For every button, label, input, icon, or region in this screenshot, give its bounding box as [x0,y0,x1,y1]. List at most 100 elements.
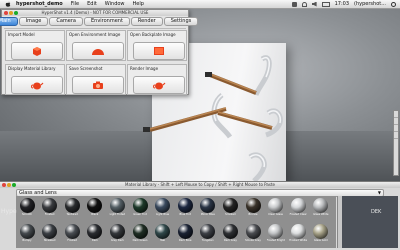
material-label: Frosted White [289,239,308,242]
apple-icon[interactable] [4,1,12,7]
user-menu[interactable]: (hypershot... [354,1,386,7]
material-swatch[interactable]: Dark Blue [176,223,194,245]
material-label: Glass White [313,213,329,216]
material-ball-icon [313,224,329,239]
material-swatch[interactable]: Grey Dark [108,223,126,245]
menu-window[interactable]: Window [105,1,125,7]
battery-icon[interactable] [321,1,330,7]
material-swatch[interactable]: Smoked [221,197,239,219]
zoom-icon[interactable] [14,11,18,15]
material-swatch[interactable]: Frosted [63,223,81,245]
material-swatch[interactable]: Frosted White [289,223,307,245]
material-swatch[interactable]: Blue Tint [176,197,194,219]
material-swatch[interactable]: Glass Gold [312,223,330,245]
tab-environment[interactable]: Environment [83,17,130,26]
material-ball-icon [313,198,329,213]
material-swatch[interactable]: Smoke Grey [244,223,262,245]
palette-title-bar[interactable]: HyperShot v1.4 (Demo) - NOT FOR COMMERCI… [2,10,188,16]
material-swatch[interactable]: Frosted Bright [267,223,285,245]
render-image-button[interactable] [133,76,185,94]
material-label: Bronze [248,213,258,216]
material-swatch[interactable]: Mirror Blue [199,197,217,219]
cell-render-image: Render Image [127,64,187,95]
menu-edit[interactable]: Edit [87,1,97,7]
wifi-icon[interactable] [301,1,307,7]
tab-render[interactable]: Render [130,17,163,26]
library-title-bar[interactable]: Material Library - Shift + Left Mouse to… [0,182,400,188]
close-icon[interactable] [2,183,6,187]
material-swatch[interactable]: Dark Green [131,223,149,245]
tab-camera[interactable]: Camera [49,17,83,26]
material-ball-icon [177,224,193,239]
material-swatch[interactable]: Teal [154,223,172,245]
volume-icon[interactable] [311,1,317,7]
material-ball-icon [109,198,125,213]
menu-help[interactable]: Help [133,1,144,7]
side-toolbar[interactable] [393,110,399,176]
open-backplate-button[interactable] [133,42,185,60]
material-swatch[interactable]: Tungsten [199,223,217,245]
side-toolbar-handle[interactable] [394,132,398,139]
open-environment-button[interactable] [72,42,124,60]
import-model-button[interactable] [11,42,63,60]
material-ball-icon [87,198,103,213]
material-swatch[interactable]: Light Blue [154,197,172,219]
material-swatch[interactable]: Green Tint [131,197,149,219]
material-label: Frosted [67,239,77,242]
material-swatch[interactable]: Clear Glass [267,197,285,219]
bluetooth-icon[interactable] [291,1,297,7]
plane-icon [154,47,164,55]
material-swatch[interactable]: Streaked [41,223,59,245]
side-toolbar-handle[interactable] [394,111,398,118]
minimize-icon[interactable] [7,183,11,187]
clock[interactable]: 17:03 [335,1,349,7]
material-ball-icon [200,198,216,213]
background-window-text: Hype [1,208,17,215]
camera-icon [93,81,103,89]
material-label: Tungsten [201,239,214,242]
close-icon[interactable] [4,11,8,15]
material-ball-icon [42,198,58,213]
material-ball-icon [42,224,58,239]
material-swatch[interactable]: Textured [63,197,81,219]
material-swatch[interactable]: Light Tinted [108,197,126,219]
material-ball-icon [155,224,171,239]
library-preview-pane [342,196,398,248]
save-screenshot-button[interactable] [72,76,124,94]
material-label: Dark [91,239,98,242]
side-toolbar-handle[interactable] [394,118,398,125]
material-swatch[interactable]: Smooth [18,197,36,219]
tab-settings[interactable]: Settings [163,17,199,26]
menu-app-name[interactable]: hypershot_demo [16,1,63,7]
material-swatch[interactable]: Bumpy [18,223,36,245]
dome-icon [92,48,104,55]
material-swatch[interactable]: Frosted Clear [289,197,307,219]
spotlight-icon[interactable] [391,1,396,7]
menu-file[interactable]: File [71,1,79,7]
material-swatch[interactable]: Glass White [312,197,330,219]
material-ball-icon [19,198,35,213]
tab-main[interactable]: Main [0,17,18,26]
minimize-icon[interactable] [9,11,13,15]
material-swatch[interactable]: Bronze [244,197,262,219]
cell-import-model: Import Model [5,30,65,61]
side-toolbar-handle[interactable] [394,125,398,132]
material-label: Bumpy [22,239,32,242]
material-swatch[interactable]: Black [86,197,104,219]
zoom-icon[interactable] [12,183,16,187]
cell-open-backplate: Open Backplate Image [127,30,187,61]
palette-title: HyperShot v1.4 (Demo) - NOT FOR COMMERCI… [41,10,149,15]
material-label: Dark Grey [223,239,237,242]
cell-display-material-library: Display Material Library [5,64,65,95]
material-ball-icon [64,198,80,213]
material-swatch[interactable]: Dark [86,223,104,245]
material-label: Green Tint [133,213,147,216]
tab-image[interactable]: Image [18,17,49,26]
material-ball-icon [245,224,261,239]
material-ball-icon [19,224,35,239]
material-swatch[interactable]: Dark Grey [221,223,239,245]
display-material-library-button[interactable] [11,76,63,94]
material-swatch[interactable]: Frosted [41,197,59,219]
material-label: Light Tinted [109,213,126,216]
material-label: Glass Gold [313,239,328,242]
